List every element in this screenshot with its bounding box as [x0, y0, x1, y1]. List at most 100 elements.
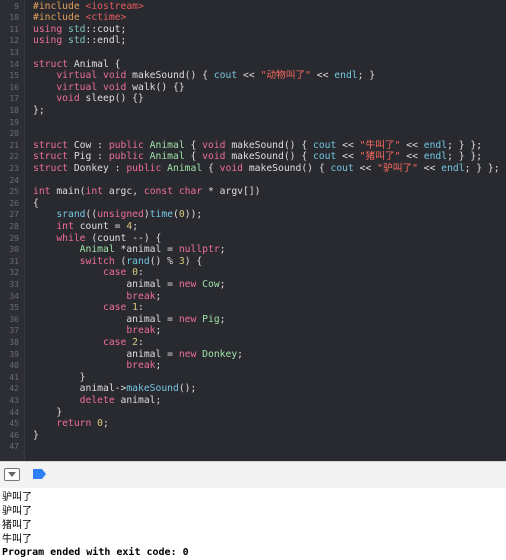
line-number: 42 — [9, 384, 19, 394]
code-token: public — [108, 151, 150, 163]
code-line[interactable]: 21 struct Cow : public Animal { void make… — [0, 140, 506, 152]
line-number: 30 — [9, 245, 19, 255]
code-editor[interactable]: 9 #include <iostream> 10 #include <ctime> 11… — [0, 0, 506, 461]
code-token: std — [68, 35, 86, 47]
code-token: sleep() {} — [85, 93, 144, 105]
code-text: animal = new Pig; — [33, 313, 225, 326]
code-text: #include <ctime> — [33, 12, 126, 24]
code-token: ::cout; — [85, 23, 127, 35]
console-output-line: 猪叫了 — [2, 520, 32, 531]
code-token: animal-> — [33, 383, 127, 395]
code-token: makeSound() { — [248, 162, 331, 174]
line-number: 41 — [9, 372, 19, 382]
code-line[interactable]: 13 — [0, 47, 506, 59]
code-line[interactable]: 30 Animal *animal = nullptr; — [0, 244, 506, 256]
code-token: struct — [33, 58, 74, 70]
code-line[interactable]: 15 virtual void makeSound() { cout << "动… — [0, 70, 506, 82]
code-line[interactable]: 18}; — [0, 105, 506, 117]
code-line[interactable]: 37 break; — [0, 325, 506, 337]
code-line[interactable]: 32 case 0: — [0, 267, 506, 279]
console-output[interactable]: 驴叫了 驴叫了 猪叫了 牛叫了 Program ended with exit code… — [0, 488, 506, 560]
code-token: Animal — [149, 139, 185, 151]
code-line[interactable]: 36 animal = new Pig; — [0, 314, 506, 326]
code-token: (( — [85, 209, 98, 221]
code-token: ) { — [184, 255, 203, 267]
code-token: makeSound — [126, 383, 179, 395]
code-line[interactable]: 41 } — [0, 372, 506, 384]
line-number: 40 — [9, 361, 19, 371]
code-token: animal = — [126, 348, 179, 360]
line-number: 31 — [9, 256, 19, 266]
code-line[interactable]: 27 srand((unsigned)time(0)); — [0, 209, 506, 221]
code-token: main( — [56, 186, 86, 198]
code-token: void — [202, 151, 232, 163]
code-line[interactable]: 14 struct Animal { — [0, 59, 506, 71]
code-line[interactable]: 24 — [0, 175, 506, 187]
code-token: break — [126, 325, 156, 337]
code-token: cout — [330, 162, 354, 174]
code-line[interactable]: 39 animal = new Donkey; — [0, 349, 506, 361]
line-number: 28 — [9, 221, 19, 231]
code-token: new — [178, 313, 203, 325]
line-number: 39 — [9, 349, 19, 359]
code-line[interactable]: 26 { — [0, 198, 506, 210]
code-line[interactable]: 43 delete animal; — [0, 395, 506, 407]
code-token: }; — [33, 104, 45, 116]
code-line[interactable]: 31 switch (rand() % 3) { — [0, 256, 506, 268]
code-line[interactable]: 46} — [0, 430, 506, 442]
code-token: Animal — [167, 162, 203, 174]
code-line[interactable]: 20 — [0, 128, 506, 140]
code-token: case — [103, 267, 133, 279]
breakpoint-toggle-icon[interactable] — [33, 469, 47, 479]
code-token: : — [138, 336, 144, 348]
code-line[interactable]: 45 return 0; — [0, 418, 506, 430]
code-text: animal = new Cow; — [33, 279, 225, 291]
code-line[interactable]: 33 animal = new Cow; — [0, 279, 506, 291]
code-line[interactable]: 17 void sleep() {} — [0, 93, 506, 105]
code-token: *animal = — [114, 244, 179, 256]
code-line[interactable]: 12 using std::endl; — [0, 35, 506, 47]
code-text: animal = new Donkey; — [33, 349, 243, 361]
code-text: break; — [33, 291, 161, 303]
code-line[interactable]: 29 while (count --) { — [0, 233, 506, 245]
code-line[interactable]: 23 struct Donkey : public Animal { void m… — [0, 163, 506, 175]
code-token: switch — [79, 255, 121, 267]
code-line[interactable]: 47 — [0, 441, 506, 453]
code-token: () % — [149, 255, 179, 267]
code-line[interactable]: 38 case 2: — [0, 337, 506, 349]
line-number: 38 — [9, 337, 19, 347]
hide-debug-area-icon — [8, 472, 16, 477]
code-line[interactable]: 10 #include <ctime> — [0, 12, 506, 24]
code-token: << — [336, 139, 360, 151]
console-exit-message: Program ended with exit code: 0 — [2, 547, 189, 558]
code-text: struct Pig : public Animal { void makeSo… — [33, 151, 482, 163]
code-line[interactable]: 40 break; — [0, 360, 506, 372]
code-text: using std::cout; — [33, 24, 126, 36]
code-line[interactable]: 25 int main(int argc, const char * argv[]… — [0, 186, 506, 198]
code-token: delete — [79, 394, 121, 406]
code-line[interactable]: 19 — [0, 117, 506, 129]
line-number: 25 — [9, 187, 19, 197]
hide-debug-area-button[interactable] — [4, 468, 20, 481]
code-text: animal->makeSound(); — [33, 383, 197, 395]
code-line[interactable]: 42 animal->makeSound(); — [0, 383, 506, 395]
code-text: srand((unsigned)time(0)); — [33, 209, 202, 221]
console-output-line: 驴叫了 — [2, 492, 32, 503]
code-token: #include — [33, 12, 86, 24]
code-line[interactable]: 9 #include <iostream> — [0, 1, 506, 13]
code-line[interactable]: 44 } — [0, 407, 506, 419]
code-line[interactable]: 16 virtual void walk() {} — [0, 82, 506, 94]
code-token: { — [33, 197, 39, 209]
code-token: "驴叫了" — [377, 162, 418, 174]
code-token: endl — [441, 162, 465, 174]
line-number: 18 — [9, 105, 19, 115]
code-token: using — [33, 35, 68, 47]
code-line[interactable]: 28 int count = 4; — [0, 221, 506, 233]
code-line[interactable]: 11 using std::cout; — [0, 24, 506, 36]
code-line[interactable]: 34 break; — [0, 291, 506, 303]
code-line[interactable]: 22 struct Pig : public Animal { void make… — [0, 151, 506, 163]
code-line[interactable]: 35 case 1: — [0, 302, 506, 314]
